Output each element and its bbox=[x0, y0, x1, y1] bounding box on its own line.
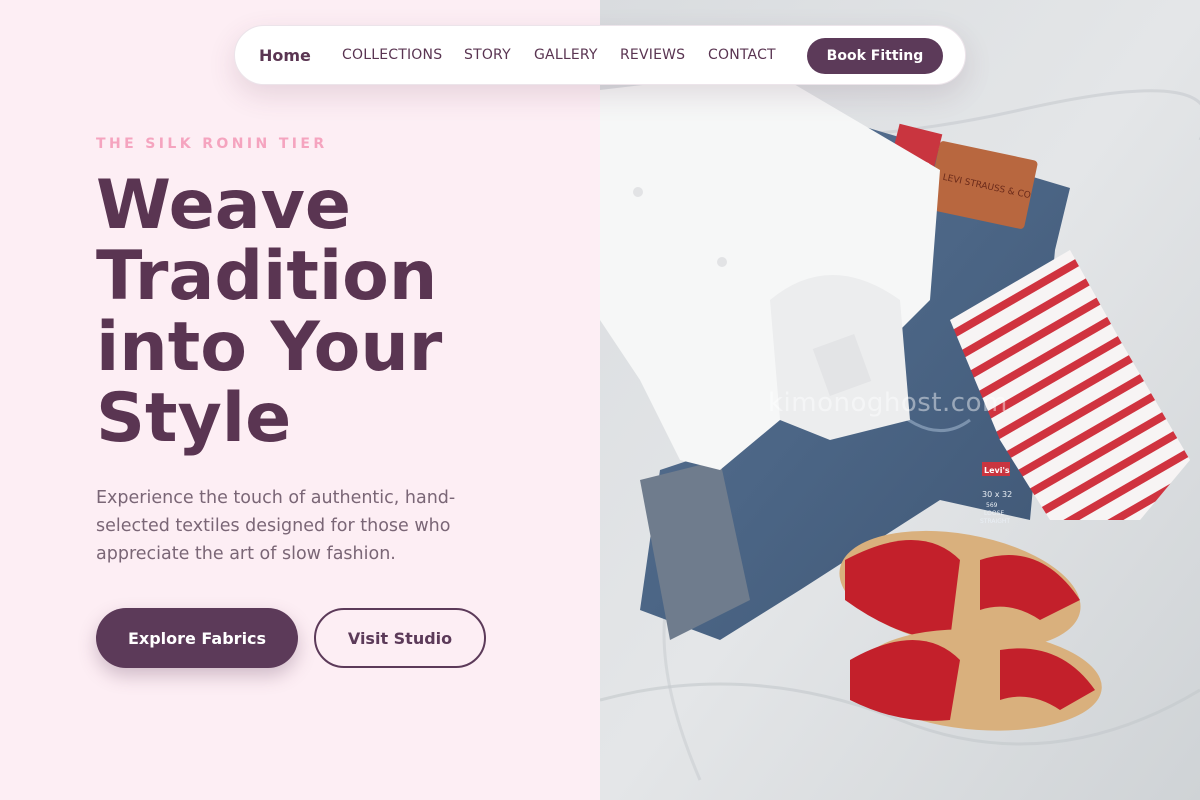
top-navbar: Home COLLECTIONS STORY GALLERY REVIEWS C… bbox=[234, 25, 966, 85]
hero-headline: Weave Tradition into Your Style bbox=[96, 170, 576, 454]
jeans-size-label: 30 x 32 bbox=[982, 490, 1012, 499]
hero-left-panel: THE SILK RONIN TIER Weave Tradition into… bbox=[0, 0, 600, 800]
headline-line: Style bbox=[96, 379, 292, 458]
book-fitting-button[interactable]: Book Fitting bbox=[807, 38, 943, 74]
nav-home[interactable]: Home bbox=[259, 46, 311, 65]
nav-contact[interactable]: CONTACT bbox=[708, 47, 776, 63]
headline-line: Weave bbox=[96, 166, 352, 245]
jeans-label-line: 569 bbox=[986, 502, 998, 509]
hero-eyebrow: THE SILK RONIN TIER bbox=[96, 136, 328, 152]
hero-subtitle: Experience the touch of authentic, hand-… bbox=[96, 488, 456, 564]
visit-studio-button[interactable]: Visit Studio bbox=[314, 608, 486, 668]
headline-line: Tradition bbox=[96, 237, 438, 316]
nav-gallery[interactable]: GALLERY bbox=[534, 47, 598, 63]
jeans-label-line: LOOSE bbox=[984, 510, 1004, 517]
levis-tag-text: Levi's bbox=[984, 466, 1010, 475]
hero-image: LEVI STRAUSS & CO 569 Levi's 30 x 32 569… bbox=[600, 0, 1200, 800]
explore-fabrics-button[interactable]: Explore Fabrics bbox=[96, 608, 298, 668]
nav-reviews[interactable]: REVIEWS bbox=[620, 47, 685, 63]
jeans-label-line: STRAIGHT bbox=[980, 518, 1010, 525]
nav-story[interactable]: STORY bbox=[464, 47, 511, 63]
nav-collections[interactable]: COLLECTIONS bbox=[342, 47, 442, 63]
headline-line: into Your bbox=[96, 308, 443, 387]
watermark-text: kimonoghost.com bbox=[768, 388, 1008, 418]
